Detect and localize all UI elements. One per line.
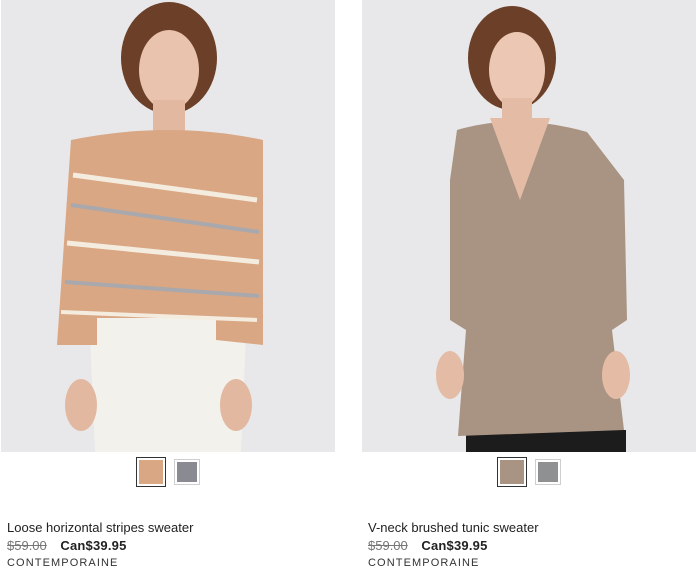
swatch-color <box>139 460 163 484</box>
swatch-color <box>500 460 524 484</box>
brand-label: CONTEMPORAINE <box>7 557 119 569</box>
product-card[interactable]: V-neck brushed tunic sweater $59.00 Can$… <box>362 0 696 582</box>
product-name-link[interactable]: V-neck brushed tunic sweater <box>368 520 539 535</box>
original-price: $59.00 <box>368 538 408 553</box>
swatch-color <box>177 462 197 482</box>
swatch-color <box>538 462 558 482</box>
product-name-link[interactable]: Loose horizontal stripes sweater <box>7 520 193 535</box>
color-swatch-selected[interactable] <box>497 457 527 487</box>
color-swatch-selected[interactable] <box>136 457 166 487</box>
model-photo-tunic-sweater <box>362 0 696 452</box>
sale-price: Can$39.95 <box>60 538 127 553</box>
color-swatches <box>362 457 696 491</box>
product-image[interactable] <box>362 0 696 452</box>
color-swatch[interactable] <box>535 459 561 485</box>
color-swatches <box>1 457 335 491</box>
model-photo-striped-sweater <box>1 0 335 452</box>
product-card[interactable]: Loose horizontal stripes sweater $59.00 … <box>1 0 335 582</box>
sale-price: Can$39.95 <box>421 538 488 553</box>
product-prices: $59.00 Can$39.95 <box>368 538 488 553</box>
original-price: $59.00 <box>7 538 47 553</box>
color-swatch[interactable] <box>174 459 200 485</box>
brand-label: CONTEMPORAINE <box>368 557 480 569</box>
product-image[interactable] <box>1 0 335 452</box>
product-prices: $59.00 Can$39.95 <box>7 538 127 553</box>
